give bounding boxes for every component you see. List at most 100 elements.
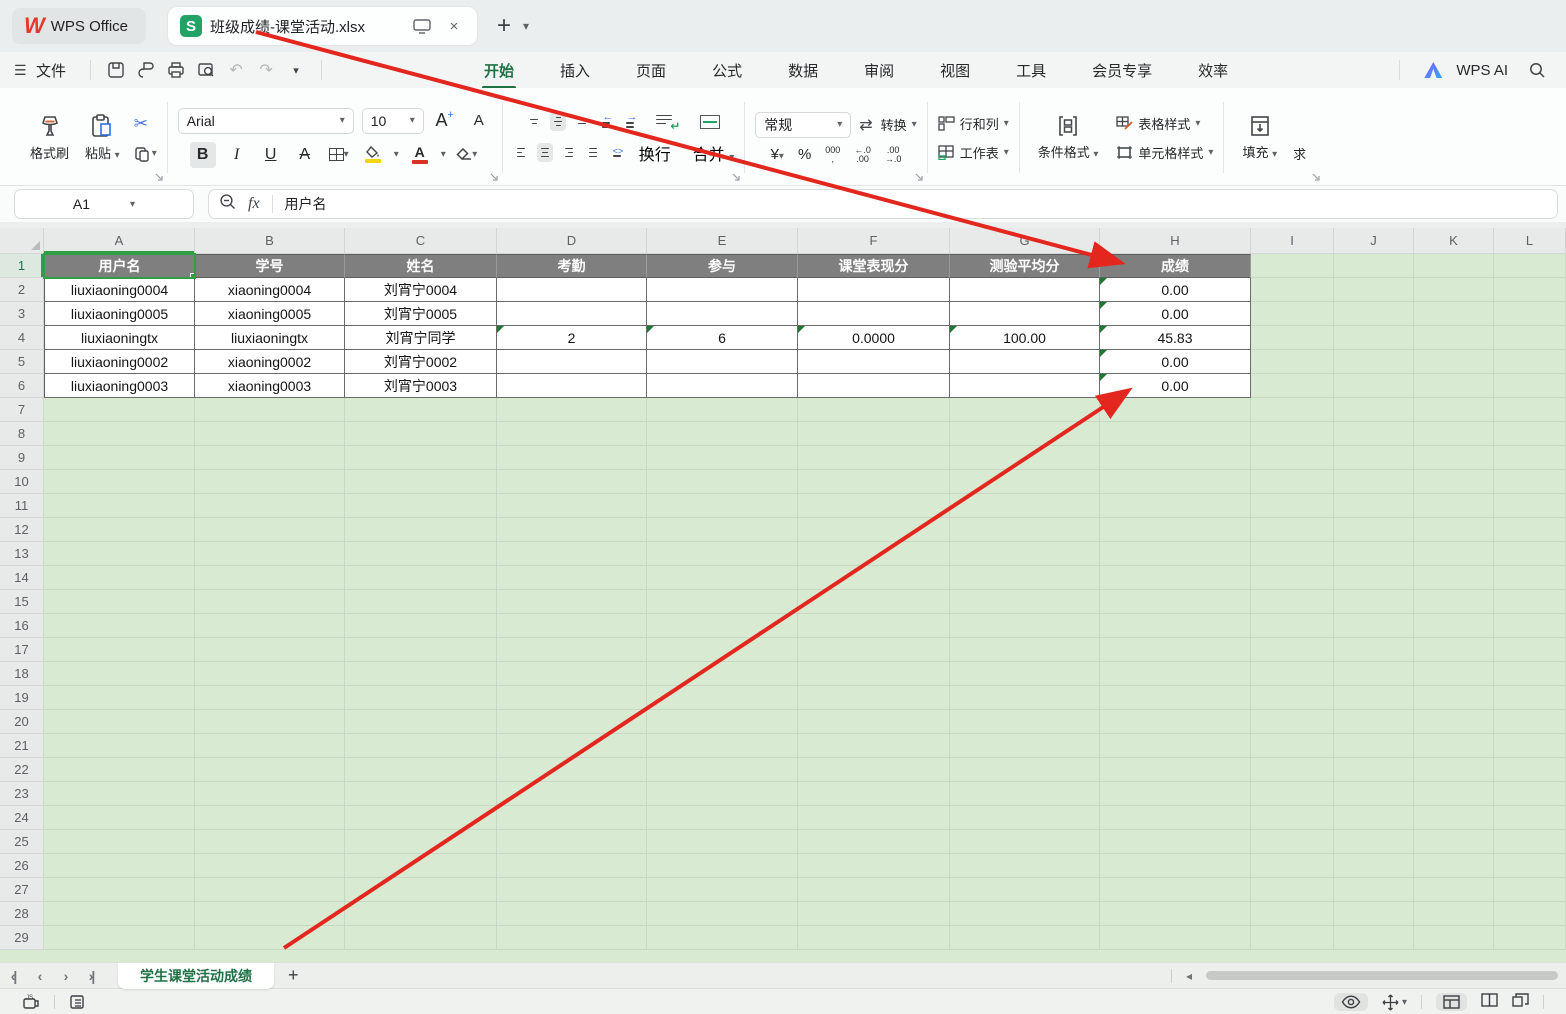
column-header-L[interactable]: L [1494, 228, 1566, 254]
cell-L12[interactable] [1494, 518, 1566, 542]
cell-F26[interactable] [798, 854, 950, 878]
cell-G3[interactable] [950, 302, 1100, 326]
cell-A2[interactable]: liuxiaoning0004 [44, 278, 195, 302]
cell-E11[interactable] [647, 494, 798, 518]
decrease-font-button[interactable]: A [466, 108, 492, 134]
cell-F13[interactable] [798, 542, 950, 566]
cell-A6[interactable]: liuxiaoning0003 [44, 374, 195, 398]
cell-B1[interactable]: 学号 [195, 254, 345, 278]
align-center-button[interactable] [537, 143, 553, 163]
cell-B5[interactable]: xiaoning0002 [195, 350, 345, 374]
cell-C5[interactable]: 刘宵宁0002 [345, 350, 497, 374]
cell-B14[interactable] [195, 566, 345, 590]
cell-C2[interactable]: 刘宵宁0004 [345, 278, 497, 302]
next-sheet-icon[interactable]: › [52, 968, 78, 984]
row-header-24[interactable]: 24 [0, 806, 44, 830]
cell-H16[interactable] [1100, 614, 1251, 638]
row-header-5[interactable]: 5 [0, 350, 44, 374]
cell-J16[interactable] [1334, 614, 1414, 638]
cell-E24[interactable] [647, 806, 798, 830]
cell-J3[interactable] [1334, 302, 1414, 326]
cell-D2[interactable] [497, 278, 647, 302]
row-header-23[interactable]: 23 [0, 782, 44, 806]
cell-C6[interactable]: 刘宵宁0003 [345, 374, 497, 398]
select-all-corner[interactable] [0, 228, 44, 254]
cell-E14[interactable] [647, 566, 798, 590]
cell-K16[interactable] [1414, 614, 1494, 638]
cell-B27[interactable] [195, 878, 345, 902]
cell-A18[interactable] [44, 662, 195, 686]
strikethrough-button[interactable]: A [292, 142, 318, 168]
cell-G28[interactable] [950, 902, 1100, 926]
column-header-I[interactable]: I [1251, 228, 1334, 254]
bold-button[interactable]: B [190, 142, 216, 168]
cell-L26[interactable] [1494, 854, 1566, 878]
cell-H7[interactable] [1100, 398, 1251, 422]
cell-K24[interactable] [1414, 806, 1494, 830]
justify-button[interactable] [585, 143, 601, 163]
cell-G27[interactable] [950, 878, 1100, 902]
cell-H27[interactable] [1100, 878, 1251, 902]
row-header-1[interactable]: 1 [0, 254, 44, 278]
cell-A11[interactable] [44, 494, 195, 518]
row-header-17[interactable]: 17 [0, 638, 44, 662]
cell-D22[interactable] [497, 758, 647, 782]
menu-view[interactable]: 视图 [938, 54, 972, 87]
cell-J19[interactable] [1334, 686, 1414, 710]
cell-E27[interactable] [647, 878, 798, 902]
search-icon[interactable] [1522, 61, 1552, 79]
cell-H3[interactable]: 0.00 [1100, 302, 1251, 326]
cell-E21[interactable] [647, 734, 798, 758]
cell-D27[interactable] [497, 878, 647, 902]
cell-A23[interactable] [44, 782, 195, 806]
cell-B18[interactable] [195, 662, 345, 686]
row-header-8[interactable]: 8 [0, 422, 44, 446]
menu-home[interactable]: 开始 [482, 54, 516, 87]
cell-F18[interactable] [798, 662, 950, 686]
cell-L11[interactable] [1494, 494, 1566, 518]
row-header-14[interactable]: 14 [0, 566, 44, 590]
cell-I28[interactable] [1251, 902, 1334, 926]
row-header-12[interactable]: 12 [0, 518, 44, 542]
cell-K17[interactable] [1414, 638, 1494, 662]
cell-J20[interactable] [1334, 710, 1414, 734]
cell-L15[interactable] [1494, 590, 1566, 614]
cell-K1[interactable] [1414, 254, 1494, 278]
cell-J11[interactable] [1334, 494, 1414, 518]
column-header-A[interactable]: A [44, 228, 195, 254]
cell-H10[interactable] [1100, 470, 1251, 494]
cell-J1[interactable] [1334, 254, 1414, 278]
wrap-text-button[interactable]: ↵ [656, 115, 676, 129]
rows-columns-button[interactable]: 行和列▾ [938, 114, 1009, 133]
text-direction-button[interactable]: <> [609, 144, 625, 162]
cell-A24[interactable] [44, 806, 195, 830]
cell-I19[interactable] [1251, 686, 1334, 710]
column-header-E[interactable]: E [647, 228, 798, 254]
cell-E23[interactable] [647, 782, 798, 806]
cell-K19[interactable] [1414, 686, 1494, 710]
cell-E26[interactable] [647, 854, 798, 878]
cut-button[interactable]: ✂ [134, 114, 157, 134]
cell-J21[interactable] [1334, 734, 1414, 758]
cell-H20[interactable] [1100, 710, 1251, 734]
cell-D8[interactable] [497, 422, 647, 446]
cell-A27[interactable] [44, 878, 195, 902]
cell-I21[interactable] [1251, 734, 1334, 758]
page-break-view-button[interactable] [1512, 993, 1529, 1012]
cell-I2[interactable] [1251, 278, 1334, 302]
row-header-18[interactable]: 18 [0, 662, 44, 686]
cell-G7[interactable] [950, 398, 1100, 422]
cell-B13[interactable] [195, 542, 345, 566]
normal-view-button[interactable] [1436, 993, 1467, 1011]
cell-A19[interactable] [44, 686, 195, 710]
row-header-11[interactable]: 11 [0, 494, 44, 518]
cell-B17[interactable] [195, 638, 345, 662]
cell-L29[interactable] [1494, 926, 1566, 950]
expand-alignment-group-icon[interactable] [732, 173, 740, 181]
cell-J13[interactable] [1334, 542, 1414, 566]
cell-H14[interactable] [1100, 566, 1251, 590]
cell-F25[interactable] [798, 830, 950, 854]
cell-L21[interactable] [1494, 734, 1566, 758]
cell-K22[interactable] [1414, 758, 1494, 782]
cell-H21[interactable] [1100, 734, 1251, 758]
